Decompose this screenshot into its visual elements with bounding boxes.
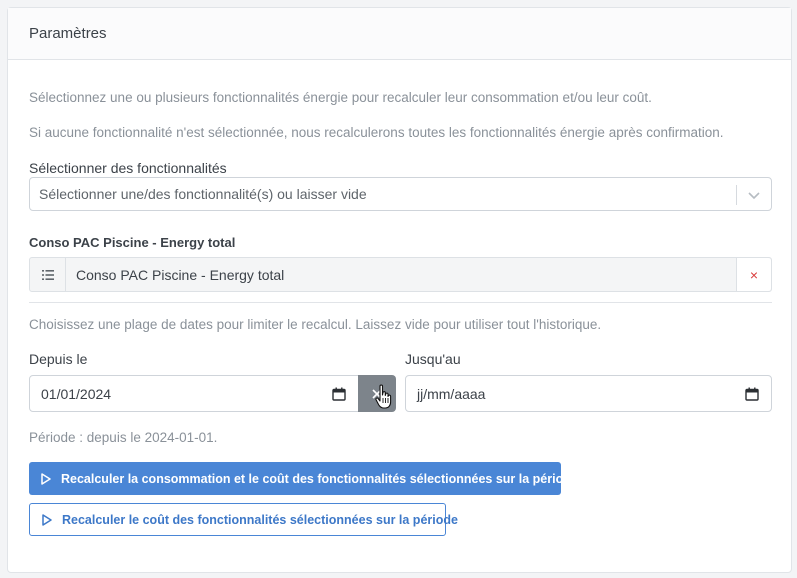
play-icon [41, 472, 51, 485]
selected-feature-name: Conso PAC Piscine - Energy total [76, 266, 285, 283]
features-label: Sélectionner des fonctionnalités [29, 160, 227, 176]
list-icon [30, 258, 66, 291]
divider [29, 302, 772, 303]
chevron-down-icon[interactable] [745, 186, 763, 204]
to-date-input[interactable]: jj/mm/aaaa [405, 375, 772, 412]
card-header: Paramètres [8, 8, 791, 60]
period-summary: Période : depuis le 2024-01-01. [29, 430, 218, 445]
calendar-icon[interactable] [332, 387, 346, 401]
to-date-value: jj/mm/aaaa [417, 385, 486, 402]
parameters-card: Paramètres Sélectionnez une ou plusieurs… [7, 7, 792, 573]
features-select-placeholder: Sélectionner une/des fonctionnalité(s) o… [39, 186, 367, 202]
features-select[interactable]: Sélectionner une/des fonctionnalité(s) o… [29, 177, 772, 211]
from-date-input[interactable]: 01/01/2024 [29, 375, 359, 412]
selected-feature-heading: Conso PAC Piscine - Energy total [29, 235, 236, 250]
hand-pointer-icon [375, 384, 392, 409]
recalculate-cost-label: Recalculer le coût des fonctionnalités s… [62, 512, 458, 527]
dates-help: Choisissez une plage de dates pour limit… [29, 317, 602, 332]
intro-text-1: Sélectionnez une ou plusieurs fonctionna… [29, 90, 652, 105]
calendar-icon[interactable] [745, 387, 759, 401]
intro-text-2: Si aucune fonctionnalité n'est sélection… [29, 125, 724, 140]
from-date-value: 01/01/2024 [41, 385, 112, 402]
recalculate-consumption-cost-label: Recalculer la consommation et le coût de… [61, 471, 578, 486]
to-date-label: Jusqu'au [405, 351, 461, 367]
selected-feature-row: Conso PAC Piscine - Energy total × [29, 257, 772, 292]
recalculate-cost-button[interactable]: Recalculer le coût des fonctionnalités s… [29, 503, 458, 536]
recalculate-consumption-cost-button[interactable]: Recalculer la consommation et le coût de… [29, 462, 578, 495]
play-icon [42, 513, 52, 526]
from-date-label: Depuis le [29, 351, 88, 367]
remove-feature-button[interactable]: × [736, 258, 771, 291]
select-separator [736, 185, 737, 205]
close-icon: × [749, 266, 759, 283]
card-title: Paramètres [29, 25, 107, 42]
